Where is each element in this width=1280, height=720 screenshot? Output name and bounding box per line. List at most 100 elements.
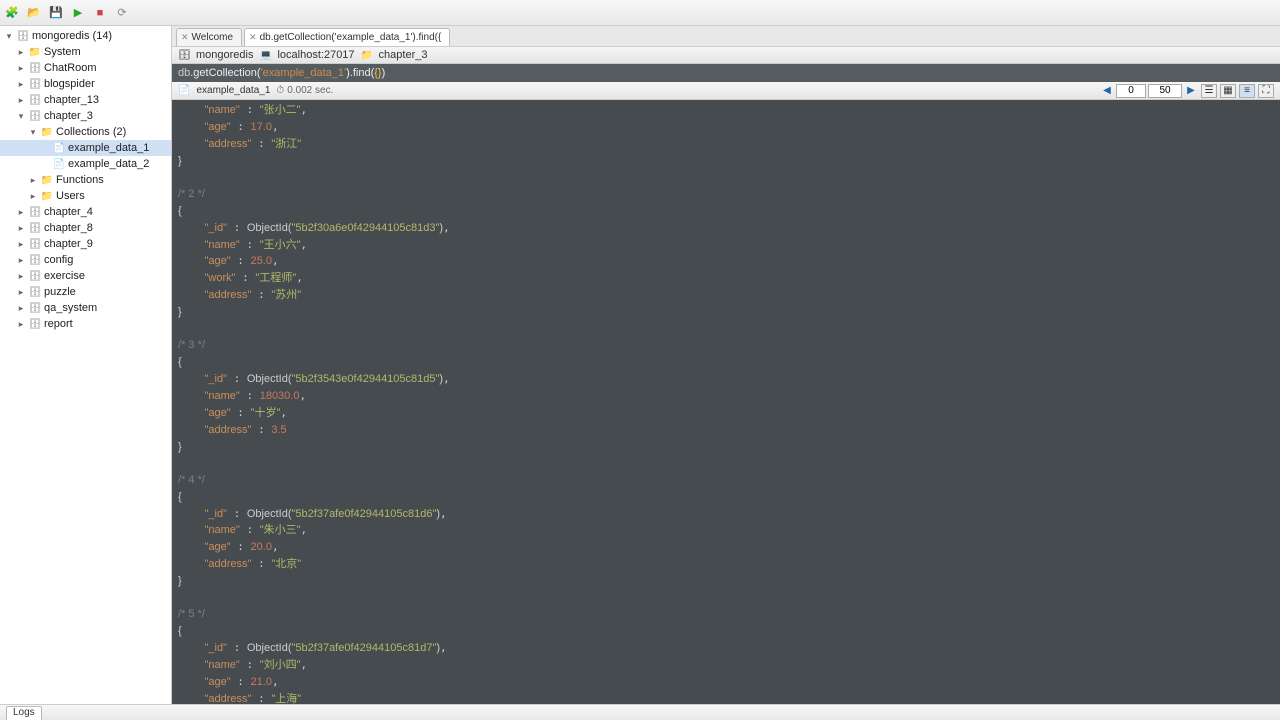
tree-node-users[interactable]: ▸ Users [0, 188, 171, 204]
tree-label: exercise [44, 270, 85, 282]
db-icon [178, 49, 190, 61]
tree-node-system[interactable]: ▸ System [0, 44, 171, 60]
tab-db-getcollection-example-data-[interactable]: ✕db.getCollection('example_data_1').find… [244, 28, 450, 46]
save-icon[interactable]: 💾 [48, 5, 64, 21]
tree-label: chapter_13 [44, 94, 99, 106]
chevron-icon[interactable]: ▸ [16, 223, 26, 234]
tree-label: chapter_4 [44, 206, 93, 218]
db-icon [28, 237, 42, 251]
breadcrumb-host: localhost:27017 [277, 49, 354, 61]
tree-label: report [44, 318, 73, 330]
refresh-icon[interactable]: ⟳ [114, 5, 130, 21]
chevron-icon[interactable]: ▸ [16, 63, 26, 74]
db-icon [28, 93, 42, 107]
chevron-icon[interactable]: ▸ [28, 191, 38, 202]
database-tree: ▾mongoredis (14) ▸ System ▸ ChatRoom ▸blogspi… [0, 26, 172, 704]
chevron-icon[interactable]: ▸ [16, 239, 26, 250]
db-icon [28, 221, 42, 235]
prev-page-icon[interactable]: ◀ [1100, 84, 1114, 98]
main-area: ✕Welcome✕db.getCollection('example_data_… [172, 26, 1280, 704]
query-input[interactable]: db.getCollection('example_data_1').find(… [172, 64, 1280, 82]
chevron-icon[interactable]: ▾ [16, 111, 26, 122]
collection-icon: 📄 [178, 85, 190, 96]
editor-tabs: ✕Welcome✕db.getCollection('example_data_… [172, 26, 1280, 46]
tree-node-qa-system[interactable]: ▸ qa_system [0, 300, 171, 316]
breadcrumb-folder: chapter_3 [379, 49, 428, 61]
app-icon[interactable]: 🧩 [4, 5, 20, 21]
result-header: 📄 example_data_1 ⏱ 0.002 sec. ◀ ▶ ☰ ▦ ≡ … [172, 82, 1280, 100]
text-view-icon[interactable]: ≡ [1239, 84, 1255, 98]
chevron-icon[interactable]: ▸ [16, 95, 26, 106]
main-toolbar: 🧩 📂 💾 ▶ ■ ⟳ [0, 0, 1280, 26]
tree-root-node[interactable]: ▾mongoredis (14) [0, 28, 171, 44]
tree-node-report[interactable]: ▸ report [0, 316, 171, 332]
chevron-icon[interactable]: ▸ [28, 175, 38, 186]
db-icon [28, 301, 42, 315]
query-end: ) [382, 67, 386, 79]
folder-icon [40, 125, 54, 139]
chevron-icon[interactable]: ▸ [16, 207, 26, 218]
tab-welcome[interactable]: ✕Welcome [176, 28, 242, 46]
tree-node-functions[interactable]: ▸Functions [0, 172, 171, 188]
server-icon [16, 29, 30, 43]
tree-node-chapter-4[interactable]: ▸ chapter_4 [0, 204, 171, 220]
tree-node-collections-2-[interactable]: ▾ Collections (2) [0, 124, 171, 140]
tree-node-chatroom[interactable]: ▸ ChatRoom [0, 60, 171, 76]
tree-label: example_data_1 [68, 142, 149, 154]
table-view-icon[interactable]: ▦ [1220, 84, 1236, 98]
tree-view-icon[interactable]: ☰ [1201, 84, 1217, 98]
expand-view-icon[interactable]: ⛶ [1258, 84, 1274, 98]
chevron-icon[interactable]: ▸ [16, 271, 26, 282]
tree-node-example-data-1[interactable]: example_data_1 [0, 140, 171, 156]
tree-node-puzzle[interactable]: ▸ puzzle [0, 284, 171, 300]
tree-node-chapter-3[interactable]: ▾chapter_3 [0, 108, 171, 124]
db-icon [28, 253, 42, 267]
tree-label: System [44, 46, 81, 58]
chevron-icon[interactable]: ▸ [16, 255, 26, 266]
offset-input[interactable] [1116, 84, 1146, 98]
play-icon[interactable]: ▶ [70, 5, 86, 21]
tree-node-chapter-9[interactable]: ▸chapter_9 [0, 236, 171, 252]
result-collection-name: example_data_1 [196, 85, 270, 96]
db-icon [28, 61, 42, 75]
tab-label: db.getCollection('example_data_1').find(… [260, 32, 442, 43]
logs-tab[interactable]: Logs [6, 706, 42, 720]
tree-node-chapter-13[interactable]: ▸ chapter_13 [0, 92, 171, 108]
next-page-icon[interactable]: ▶ [1184, 84, 1198, 98]
tree-node-example-data-2[interactable]: example_data_2 [0, 156, 171, 172]
status-bar: Logs [0, 704, 1280, 720]
tree-node-exercise[interactable]: ▸ exercise [0, 268, 171, 284]
chevron-icon[interactable]: ▸ [16, 47, 26, 58]
tree-label: config [44, 254, 73, 266]
tree-node-chapter-8[interactable]: ▸ chapter_8 [0, 220, 171, 236]
chevron-icon[interactable]: ▸ [16, 319, 26, 330]
folder-icon [28, 45, 42, 59]
chevron-down-icon[interactable]: ▾ [4, 31, 14, 42]
chevron-icon[interactable]: ▸ [16, 79, 26, 90]
tree-label: Collections (2) [56, 126, 126, 138]
close-icon[interactable]: ✕ [181, 32, 189, 43]
clock-icon: ⏱ [276, 85, 284, 96]
stop-icon[interactable]: ■ [92, 5, 108, 21]
chevron-icon[interactable]: ▸ [16, 287, 26, 298]
tree-label: puzzle [44, 286, 76, 298]
breadcrumb: mongoredis localhost:27017 chapter_3 [172, 46, 1280, 64]
close-icon[interactable]: ✕ [249, 32, 257, 43]
result-timing: 0.002 sec. [287, 85, 333, 96]
db-icon [28, 77, 42, 91]
tree-label: qa_system [44, 302, 97, 314]
tree-node-config[interactable]: ▸ config [0, 252, 171, 268]
db-icon [28, 317, 42, 331]
coll-icon [52, 157, 66, 171]
chevron-icon[interactable]: ▸ [16, 303, 26, 314]
result-editor[interactable]: "name" : "张小二", "age" : 17.0, "address" … [172, 100, 1280, 704]
tree-node-blogspider[interactable]: ▸blogspider [0, 76, 171, 92]
db-icon [28, 269, 42, 283]
limit-input[interactable] [1148, 84, 1182, 98]
tree-label: ChatRoom [44, 62, 97, 74]
tree-label: Users [56, 190, 85, 202]
query-braces: {} [374, 67, 381, 79]
chevron-icon[interactable]: ▾ [28, 127, 38, 138]
open-folder-icon[interactable]: 📂 [26, 5, 42, 21]
tree-label: chapter_8 [44, 222, 93, 234]
